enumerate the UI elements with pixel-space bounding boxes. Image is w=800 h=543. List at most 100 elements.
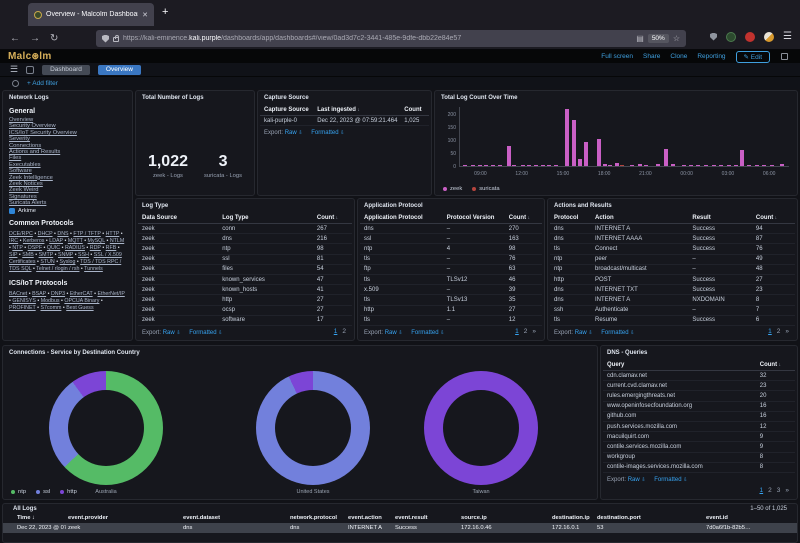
protocol-link[interactable]: NTLM bbox=[110, 238, 124, 244]
donut-taiwan[interactable] bbox=[424, 371, 538, 485]
extension-green-icon[interactable] bbox=[726, 31, 737, 42]
protocol-link[interactable]: DCE/RPC bbox=[9, 231, 33, 237]
browser-menu-icon[interactable]: ☰ bbox=[783, 31, 792, 42]
zeek-bar[interactable] bbox=[695, 164, 700, 166]
protocol-link[interactable]: BSAP bbox=[32, 291, 46, 297]
protocol-link[interactable]: SMTP bbox=[39, 252, 54, 258]
page-button[interactable]: 2 bbox=[777, 328, 781, 335]
bookmark-star-icon[interactable]: ☆ bbox=[673, 34, 680, 43]
export-formatted-link[interactable]: Formatted ⇩ bbox=[411, 330, 444, 336]
column-header[interactable]: Capture Source bbox=[260, 105, 314, 116]
zeek-bar[interactable] bbox=[726, 164, 731, 166]
column-header[interactable]: Count ↓ bbox=[312, 213, 352, 224]
zoom-level-badge[interactable]: 50% bbox=[647, 34, 669, 43]
edit-button[interactable]: ✎ Edit bbox=[735, 50, 770, 63]
column-header[interactable]: Count ↓ bbox=[755, 360, 795, 371]
zeek-bar[interactable] bbox=[689, 164, 693, 166]
protocol-link[interactable]: MQTT bbox=[68, 238, 83, 244]
protocol-link[interactable]: RADIUS bbox=[65, 245, 85, 251]
zeek-bar[interactable] bbox=[491, 164, 495, 166]
protocol-link[interactable]: IRC bbox=[9, 238, 18, 244]
export-raw-link[interactable]: Raw ⇩ bbox=[628, 477, 646, 483]
protocol-link[interactable]: Telnet / rlogin / rsh bbox=[36, 266, 79, 272]
zeek-bar[interactable] bbox=[608, 164, 613, 166]
protocol-link[interactable]: Modbus bbox=[41, 298, 60, 304]
zeek-bar[interactable] bbox=[718, 164, 723, 166]
next-page-button[interactable]: » bbox=[785, 328, 789, 335]
donut-australia[interactable] bbox=[49, 371, 163, 485]
forward-icon[interactable]: → bbox=[30, 33, 40, 44]
panel-toggle-icon[interactable] bbox=[781, 53, 788, 60]
zeek-bar[interactable] bbox=[779, 163, 784, 166]
extension-shield-icon[interactable] bbox=[710, 32, 718, 41]
column-header[interactable]: Query bbox=[603, 360, 756, 371]
page-button[interactable]: 3 bbox=[777, 487, 781, 494]
protocol-link[interactable]: FTP / TFTP bbox=[73, 231, 100, 237]
zeek-bar[interactable] bbox=[712, 164, 717, 166]
tracking-protection-shield-icon[interactable] bbox=[102, 34, 109, 43]
zeek-bar[interactable] bbox=[703, 164, 708, 166]
all-logs-column-header[interactable]: event.action bbox=[346, 513, 393, 523]
zeek-bar[interactable] bbox=[755, 164, 759, 166]
zeek-bar[interactable] bbox=[540, 165, 545, 166]
next-page-button[interactable]: » bbox=[532, 328, 536, 335]
filter-options-icon[interactable] bbox=[12, 79, 19, 87]
zeek-bar[interactable] bbox=[520, 165, 525, 166]
zeek-bar[interactable] bbox=[484, 165, 489, 166]
zeek-bar[interactable] bbox=[553, 165, 558, 166]
zeek-bar[interactable] bbox=[527, 165, 532, 166]
reporting-link[interactable]: Reporting bbox=[697, 53, 725, 60]
protocol-link[interactable]: OPCUA Binary bbox=[64, 298, 99, 304]
legend-item-ntp[interactable]: ntp bbox=[11, 489, 26, 495]
column-header[interactable]: Protocol bbox=[550, 213, 591, 224]
protocol-link[interactable]: RDP bbox=[90, 245, 101, 251]
zeek-bar[interactable] bbox=[577, 158, 582, 166]
protocol-link[interactable]: S7comm bbox=[41, 305, 62, 311]
zeek-bar[interactable] bbox=[644, 164, 649, 166]
protocol-link[interactable]: EtherNet/IP bbox=[97, 291, 124, 297]
page-button[interactable]: 2 bbox=[768, 487, 772, 494]
page-button[interactable]: 1 bbox=[768, 328, 772, 335]
protocol-link[interactable]: Syslog bbox=[60, 259, 76, 265]
zeek-bar[interactable] bbox=[533, 165, 538, 166]
zeek-bar[interactable] bbox=[603, 164, 608, 166]
zeek-bar[interactable] bbox=[670, 164, 675, 166]
protocol-link[interactable]: LDAP bbox=[49, 238, 63, 244]
reader-view-icon[interactable]: ▤ bbox=[636, 34, 644, 43]
all-logs-column-header[interactable]: event.dataset bbox=[181, 513, 288, 523]
column-header[interactable]: Count ↓ bbox=[751, 213, 795, 224]
zeek-bar[interactable] bbox=[656, 164, 660, 166]
sidebar-item-arkime[interactable]: Arkime bbox=[3, 207, 132, 215]
export-formatted-link[interactable]: Formatted ⇩ bbox=[311, 130, 344, 136]
export-raw-link[interactable]: Raw ⇩ bbox=[285, 130, 303, 136]
zeek-bar[interactable] bbox=[497, 165, 502, 166]
zeek-bar[interactable] bbox=[584, 142, 589, 166]
protocol-link[interactable]: OSPF bbox=[28, 245, 42, 251]
zeek-bar[interactable] bbox=[746, 164, 751, 166]
protocol-link[interactable]: GENISYS bbox=[12, 298, 36, 304]
protocol-link[interactable]: STUN bbox=[40, 259, 54, 265]
protocol-link[interactable]: EtherCAT bbox=[70, 291, 93, 297]
breadcrumb-dashboard[interactable]: Dashboard bbox=[42, 64, 90, 75]
page-button[interactable]: 1 bbox=[760, 487, 764, 494]
column-header[interactable]: Last ingested ↓ bbox=[313, 105, 401, 116]
all-logs-column-header[interactable]: network.protocol bbox=[288, 513, 346, 523]
full-screen-link[interactable]: Full screen bbox=[601, 53, 633, 60]
export-raw-link[interactable]: Raw ⇩ bbox=[163, 330, 181, 336]
column-header[interactable]: Data Source bbox=[138, 213, 219, 224]
zeek-bar[interactable] bbox=[477, 165, 482, 166]
zeek-bar[interactable] bbox=[471, 165, 476, 166]
zeek-bar[interactable] bbox=[682, 164, 687, 166]
zeek-bar[interactable] bbox=[733, 164, 738, 166]
zeek-bar[interactable] bbox=[571, 120, 576, 166]
zeek-bar[interactable] bbox=[637, 164, 642, 166]
zeek-bar[interactable] bbox=[596, 138, 601, 166]
zeek-bar[interactable] bbox=[565, 108, 570, 166]
protocol-link[interactable]: SNMP bbox=[58, 252, 73, 258]
time-chart-plot[interactable] bbox=[459, 107, 789, 167]
all-logs-column-header[interactable]: Time ↓ bbox=[15, 513, 66, 523]
zeek-bar[interactable] bbox=[769, 164, 774, 166]
column-header[interactable]: Count bbox=[400, 105, 429, 116]
protocol-link[interactable]: DNP3 bbox=[51, 291, 65, 297]
nav-menu-icon[interactable]: ☰ bbox=[10, 64, 18, 75]
